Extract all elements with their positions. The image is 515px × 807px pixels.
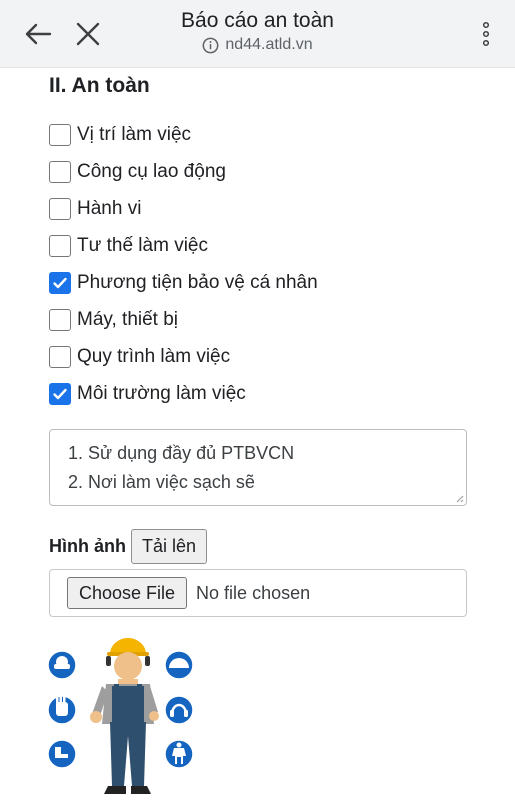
- checkmark-icon: [53, 388, 67, 399]
- checkbox-row-may-thiet-bi[interactable]: Máy, thiết bị: [49, 301, 318, 338]
- notes-line: 2. Nơi làm việc sạch sẽ: [68, 472, 255, 492]
- file-input[interactable]: Choose File No file chosen: [49, 569, 467, 617]
- more-options-icon[interactable]: [466, 14, 506, 54]
- checkbox-label: Môi trường làm việc: [77, 382, 246, 404]
- protective-suit-icon: [164, 739, 194, 769]
- page-title: Báo cáo an toàn: [181, 9, 334, 32]
- resize-grip-icon[interactable]: [454, 493, 464, 503]
- safety-checklist: Vị trí làm việc Công cụ lao động Hành vi Tư…: [49, 116, 318, 412]
- notes-textarea[interactable]: 1. Sử dụng đầy đủ PTBVCN 2. Nơi làm việc…: [49, 429, 467, 506]
- checkbox-row-moi-truong-lam-viec[interactable]: Môi trường làm việc: [49, 375, 318, 412]
- checkbox-label: Vị trí làm việc: [77, 123, 192, 145]
- checkbox-label: Quy trình làm việc: [77, 345, 231, 367]
- checkbox[interactable]: [49, 123, 71, 146]
- checkbox-row-phuong-tien-bao-ve-ca-nhan[interactable]: Phương tiện bảo vệ cá nhân: [49, 264, 318, 301]
- checkbox[interactable]: [49, 308, 71, 331]
- checkbox-row-tu-the-lam-viec[interactable]: Tư thế làm việc: [49, 227, 318, 264]
- url-text: nd44.atld.vn: [225, 36, 313, 53]
- checkbox[interactable]: [49, 345, 71, 368]
- checkbox-label: Máy, thiết bị: [77, 308, 179, 330]
- checkbox-label: Tư thế làm việc: [77, 234, 208, 256]
- checkbox[interactable]: [49, 197, 71, 220]
- checkbox-row-cong-cu-lao-dong[interactable]: Công cụ lao động: [49, 153, 318, 190]
- checkbox-row-hanh-vi[interactable]: Hành vi: [49, 190, 318, 227]
- upload-button[interactable]: Tải lên: [131, 529, 208, 564]
- notes-line: 1. Sử dụng đầy đủ PTBVCN: [68, 443, 295, 463]
- glove-icon: [47, 695, 77, 725]
- checkbox[interactable]: [49, 234, 71, 257]
- section-heading: II. An toàn: [49, 74, 150, 97]
- checkmark-icon: [53, 277, 67, 288]
- close-icon[interactable]: [68, 14, 108, 54]
- checkbox-label: Hành vi: [77, 197, 142, 219]
- image-label: Hình ảnh: [49, 536, 126, 556]
- url-row[interactable]: nd44.atld.vn: [150, 36, 365, 54]
- checkbox[interactable]: [49, 160, 71, 183]
- safety-boot-icon: [47, 739, 77, 769]
- checkbox-label: Công cụ lao động: [77, 160, 226, 182]
- checkbox-row-quy-trinh-lam-viec[interactable]: Quy trình làm việc: [49, 338, 318, 375]
- browser-top-bar: Báo cáo an toàn nd44.atld.vn: [0, 0, 515, 68]
- back-arrow-icon[interactable]: [18, 14, 58, 54]
- info-icon: [202, 37, 219, 53]
- title-block: Báo cáo an toàn nd44.atld.vn: [150, 8, 365, 54]
- checkbox-label: Phương tiện bảo vệ cá nhân: [77, 271, 318, 293]
- helmet-icon: [164, 650, 194, 680]
- worker-illustration: [90, 638, 159, 794]
- choose-file-button[interactable]: Choose File: [67, 577, 188, 609]
- ear-protection-icon: [164, 695, 194, 725]
- checkbox[interactable]: [49, 382, 71, 405]
- eye-protection-icon: [47, 650, 77, 680]
- no-file-text: No file chosen: [196, 582, 311, 603]
- image-row: Hình ảnh Tải lên: [49, 529, 208, 564]
- checkbox-row-vi-tri-lam-viec[interactable]: Vị trí làm việc: [49, 116, 318, 153]
- uploaded-image-preview: [44, 634, 196, 807]
- checkbox[interactable]: [49, 271, 71, 294]
